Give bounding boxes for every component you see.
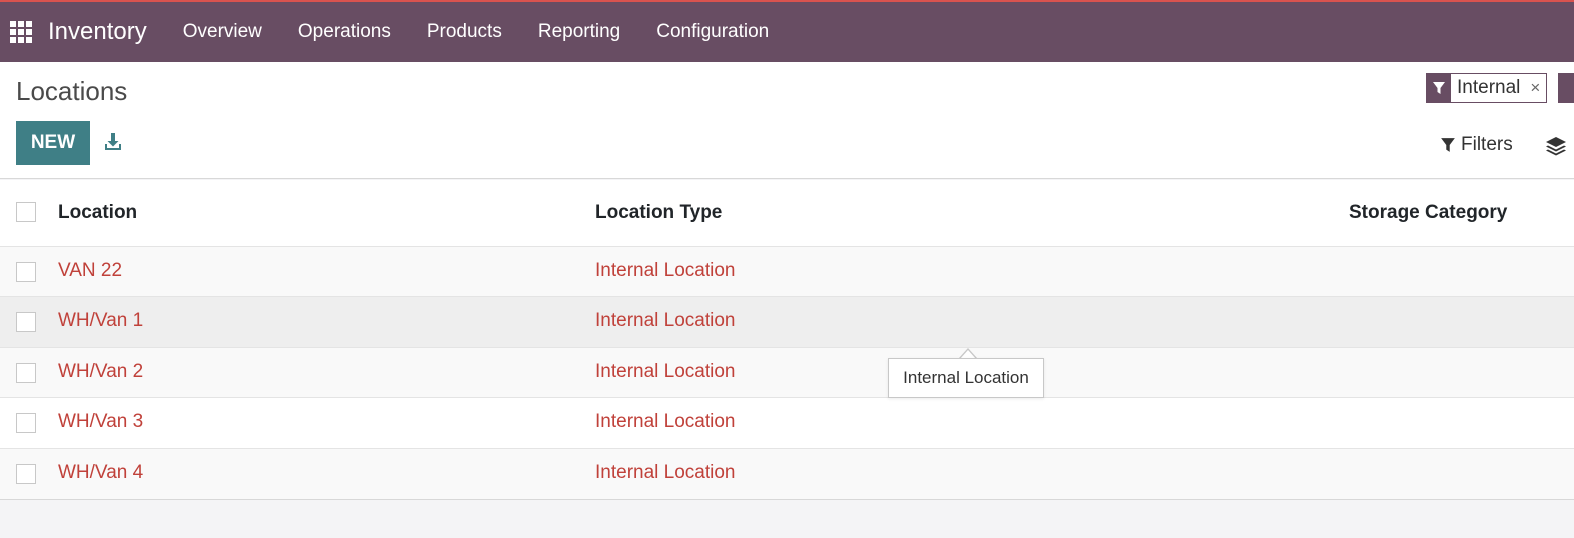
layers-icon[interactable] — [1545, 134, 1567, 158]
menu-reporting[interactable]: Reporting — [520, 21, 638, 43]
row-checkbox[interactable] — [16, 312, 36, 333]
location-type[interactable]: Internal Location — [595, 462, 736, 484]
app-brand[interactable]: Inventory — [48, 18, 147, 46]
location-name[interactable]: WH/Van 1 — [58, 310, 143, 332]
filter-icon — [1427, 74, 1451, 102]
table-row[interactable]: WH/Van 4 Internal Location — [0, 448, 1574, 499]
apps-grid-icon[interactable] — [10, 21, 32, 43]
column-header-location[interactable]: Location — [58, 202, 137, 224]
locations-table: Location Location Type Storage Category … — [0, 180, 1574, 500]
search-facet: Internal × — [1426, 73, 1548, 103]
next-facet[interactable] — [1558, 73, 1574, 103]
row-checkbox[interactable] — [16, 262, 36, 282]
facet-value: Internal — [1457, 77, 1521, 98]
control-panel: Locations NEW Internal × Filters — [0, 62, 1574, 179]
location-type[interactable]: Internal Location — [595, 260, 736, 282]
location-name[interactable]: VAN 22 — [58, 260, 122, 282]
column-header-storage-category[interactable]: Storage Category — [1349, 202, 1507, 224]
location-name[interactable]: WH/Van 2 — [58, 361, 143, 383]
menu-configuration[interactable]: Configuration — [638, 21, 787, 43]
location-type[interactable]: Internal Location — [595, 411, 736, 433]
column-header-location-type[interactable]: Location Type — [595, 202, 722, 224]
table-header: Location Location Type Storage Category — [0, 180, 1574, 247]
location-name[interactable]: WH/Van 4 — [58, 462, 143, 484]
location-type[interactable]: Internal Location — [595, 361, 736, 383]
menu-operations[interactable]: Operations — [280, 21, 409, 43]
top-navbar: Inventory Overview Operations Products R… — [0, 0, 1574, 62]
table-row[interactable]: WH/Van 3 Internal Location — [0, 398, 1574, 449]
select-all-checkbox[interactable] — [16, 202, 36, 222]
tooltip: Internal Location — [888, 358, 1044, 398]
row-checkbox[interactable] — [16, 413, 36, 434]
row-checkbox[interactable] — [16, 463, 36, 484]
page-title: Locations — [16, 76, 128, 106]
row-checkbox[interactable] — [16, 362, 36, 383]
location-name[interactable]: WH/Van 3 — [58, 411, 143, 433]
filters-label: Filters — [1461, 134, 1513, 155]
table-row[interactable]: VAN 22 Internal Location — [0, 247, 1574, 298]
location-type[interactable]: Internal Location — [595, 310, 736, 332]
menu-overview[interactable]: Overview — [165, 21, 280, 43]
table-row[interactable]: WH/Van 1 Internal Location — [0, 297, 1574, 348]
download-icon[interactable] — [102, 130, 124, 154]
menu-products[interactable]: Products — [409, 21, 520, 43]
filters-button[interactable]: Filters — [1440, 134, 1513, 156]
table-row[interactable]: WH/Van 2 Internal Location — [0, 347, 1574, 399]
facet-remove-button[interactable]: × — [1526, 74, 1546, 102]
filter-icon — [1441, 138, 1455, 152]
new-button[interactable]: NEW — [16, 121, 90, 165]
